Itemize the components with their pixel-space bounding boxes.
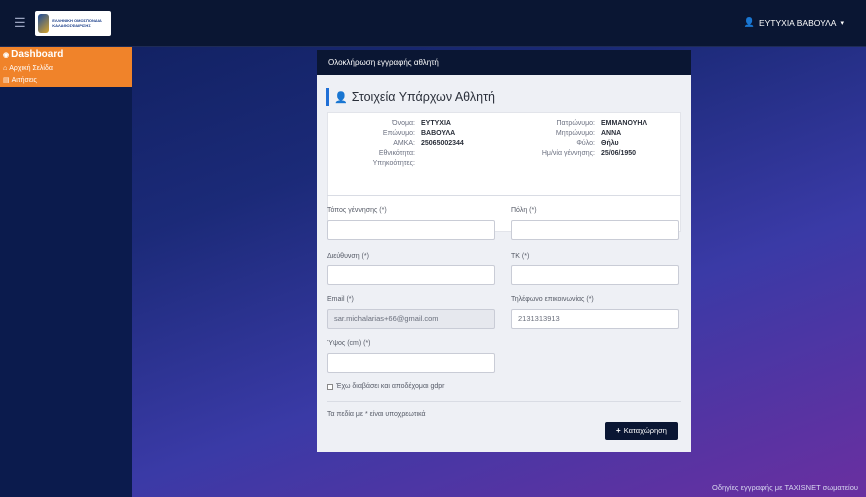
height-input[interactable] (327, 353, 495, 373)
info-value: 25/06/1950 (601, 150, 637, 157)
info-label: Ημ/νία γέννησης: (541, 150, 595, 157)
city-label: Πόλη (*) (511, 207, 537, 214)
city-input[interactable] (511, 220, 679, 240)
zip-label: ΤΚ (*) (511, 253, 530, 260)
user-icon: 👤 (334, 91, 348, 104)
sidebar-item-label: Αιτήσεις (11, 77, 37, 84)
info-label: ΑΜΚΑ: (393, 140, 415, 147)
info-label: Πατρώνυμο: (556, 120, 595, 127)
divider (327, 401, 681, 402)
list-icon: ▤ (3, 77, 10, 84)
address-label: Διεύθυνση (*) (327, 253, 369, 260)
federation-logo[interactable]: ΕΛΛΗΝΙΚΗ ΟΜΟΣΠΟΝΔΙΑ ΚΑΛΑΘΟΣΦΑΙΡΙΣΗΣ (35, 11, 111, 36)
info-value: ΑΝΝΑ (601, 130, 622, 137)
info-value: Θήλυ (601, 140, 619, 147)
phone-label: Τηλέφωνο επικοινωνίας (*) (511, 296, 594, 303)
section-title: 👤 Στοιχεία Υπάρχων Αθλητή (326, 88, 495, 106)
required-fields-note: Τα πεδία με * είναι υποχρεωτικά (327, 411, 426, 418)
plus-icon: + (616, 426, 621, 435)
birthplace-label: Τόπος γέννησης (*) (327, 207, 387, 214)
info-label: Φύλο: (576, 140, 595, 147)
info-row-birthdate: Ημ/νία γέννησης: 25/06/1950 (504, 149, 647, 159)
registration-panel: Ολοκλήρωση εγγραφής αθλητή 👤 Στοιχεία Υπ… (317, 50, 691, 452)
dashboard-icon: ◉ (3, 52, 10, 59)
info-label: Εθνικότητα: (378, 150, 415, 157)
gdpr-checkbox-row[interactable]: Έχω διαβάσει και αποδέχομαι gdpr (327, 383, 445, 390)
info-row-first-name: Όνομα: ΕΥΤΥΧΙΑ (328, 119, 464, 129)
email-input[interactable]: sar.michalarias+66@gmail.com (327, 309, 495, 329)
email-label: Email (*) (327, 296, 354, 303)
info-label: Επώνυμο: (382, 130, 415, 137)
menu-toggle-icon[interactable]: ☰ (14, 16, 28, 30)
info-column-right: Πατρώνυμο: ΕΜΜΑΝΟΥΗΛ Μητρώνυμο: ΑΝΝΑ Φύλο:… (504, 119, 647, 159)
info-row-nationality: Εθνικότητα: (328, 149, 464, 159)
sidebar-item-home[interactable]: ⌂ Αρχική Σελίδα (0, 63, 132, 75)
info-row-gender: Φύλο: Θήλυ (504, 139, 647, 149)
section-title-text: Στοιχεία Υπάρχων Αθλητή (351, 90, 495, 104)
user-name: ΕΥΤΥΧΙΑ ΒΑΒΟΥΛΑ (758, 17, 837, 28)
gdpr-checkbox[interactable] (327, 383, 333, 390)
user-menu[interactable]: 👤 ΕΥΤΥΧΙΑ ΒΑΒΟΥΛΑ ▾ (744, 17, 844, 28)
sidebar-item-applications[interactable]: ▤ Αιτήσεις (0, 75, 132, 87)
gdpr-label: Έχω διαβάσει και αποδέχομαι gdpr (336, 383, 445, 390)
sidebar-title: Dashboard (11, 49, 64, 60)
birthplace-input[interactable] (327, 220, 495, 240)
logo-emblem (38, 14, 50, 33)
title-accent-bar (326, 88, 329, 106)
info-label: Υπηκοότητες: (372, 160, 415, 167)
top-navbar: ☰ ΕΛΛΗΝΙΚΗ ΟΜΟΣΠΟΝΔΙΑ ΚΑΛΑΘΟΣΦΑΙΡΙΣΗΣ 👤 … (0, 0, 866, 47)
info-row-last-name: Επώνυμο: ΒΑΒΟΥΛΑ (328, 129, 464, 139)
save-button-label: Καταχώρηση (623, 426, 667, 435)
info-value: ΕΜΜΑΝΟΥΗΛ (601, 120, 648, 127)
taxisnet-instructions-link[interactable]: Οδηγίες εγγραφής με TAXISNET σωματείου (712, 483, 858, 492)
sidebar-item-label: Αρχική Σελίδα (9, 65, 53, 72)
info-value: ΒΑΒΟΥΛΑ (421, 130, 456, 137)
height-label: Ύψος (cm) (*) (327, 340, 371, 347)
save-button[interactable]: + Καταχώρηση (605, 422, 678, 440)
info-label: Μητρώνυμο: (555, 130, 595, 137)
caret-down-icon: ▾ (840, 19, 844, 27)
divider (327, 195, 681, 196)
info-row-mother-name: Μητρώνυμο: ΑΝΝΑ (504, 129, 647, 139)
info-value: 25065002344 (421, 140, 464, 147)
info-row-amka: ΑΜΚΑ: 25065002344 (328, 139, 464, 149)
address-input[interactable] (327, 265, 495, 285)
home-icon: ⌂ (3, 65, 8, 72)
logo-text: ΕΛΛΗΝΙΚΗ ΟΜΟΣΠΟΝΔΙΑ ΚΑΛΑΘΟΣΦΑΙΡΙΣΗΣ (52, 18, 102, 28)
info-label: Όνομα: (392, 120, 415, 127)
info-row-father-name: Πατρώνυμο: ΕΜΜΑΝΟΥΗΛ (504, 119, 647, 129)
panel-header: Ολοκλήρωση εγγραφής αθλητή (317, 50, 691, 75)
info-column-left: Όνομα: ΕΥΤΥΧΙΑ Επώνυμο: ΒΑΒΟΥΛΑ ΑΜΚΑ: 25065… (328, 119, 464, 169)
user-icon: 👤 (743, 17, 755, 27)
athlete-info-box: Όνομα: ΕΥΤΥΧΙΑ Επώνυμο: ΒΑΒΟΥΛΑ ΑΜΚΑ: 25065… (327, 112, 681, 232)
sidebar: ◉ Dashboard ⌂ Αρχική Σελίδα ▤ Αιτήσεις (0, 47, 132, 497)
zip-input[interactable] (511, 265, 679, 285)
info-value: ΕΥΤΥΧΙΑ (421, 120, 451, 127)
phone-input[interactable]: 2131313913 (511, 309, 679, 329)
sidebar-dashboard-header[interactable]: ◉ Dashboard (0, 47, 132, 63)
info-row-citizenships: Υπηκοότητες: (328, 159, 464, 169)
